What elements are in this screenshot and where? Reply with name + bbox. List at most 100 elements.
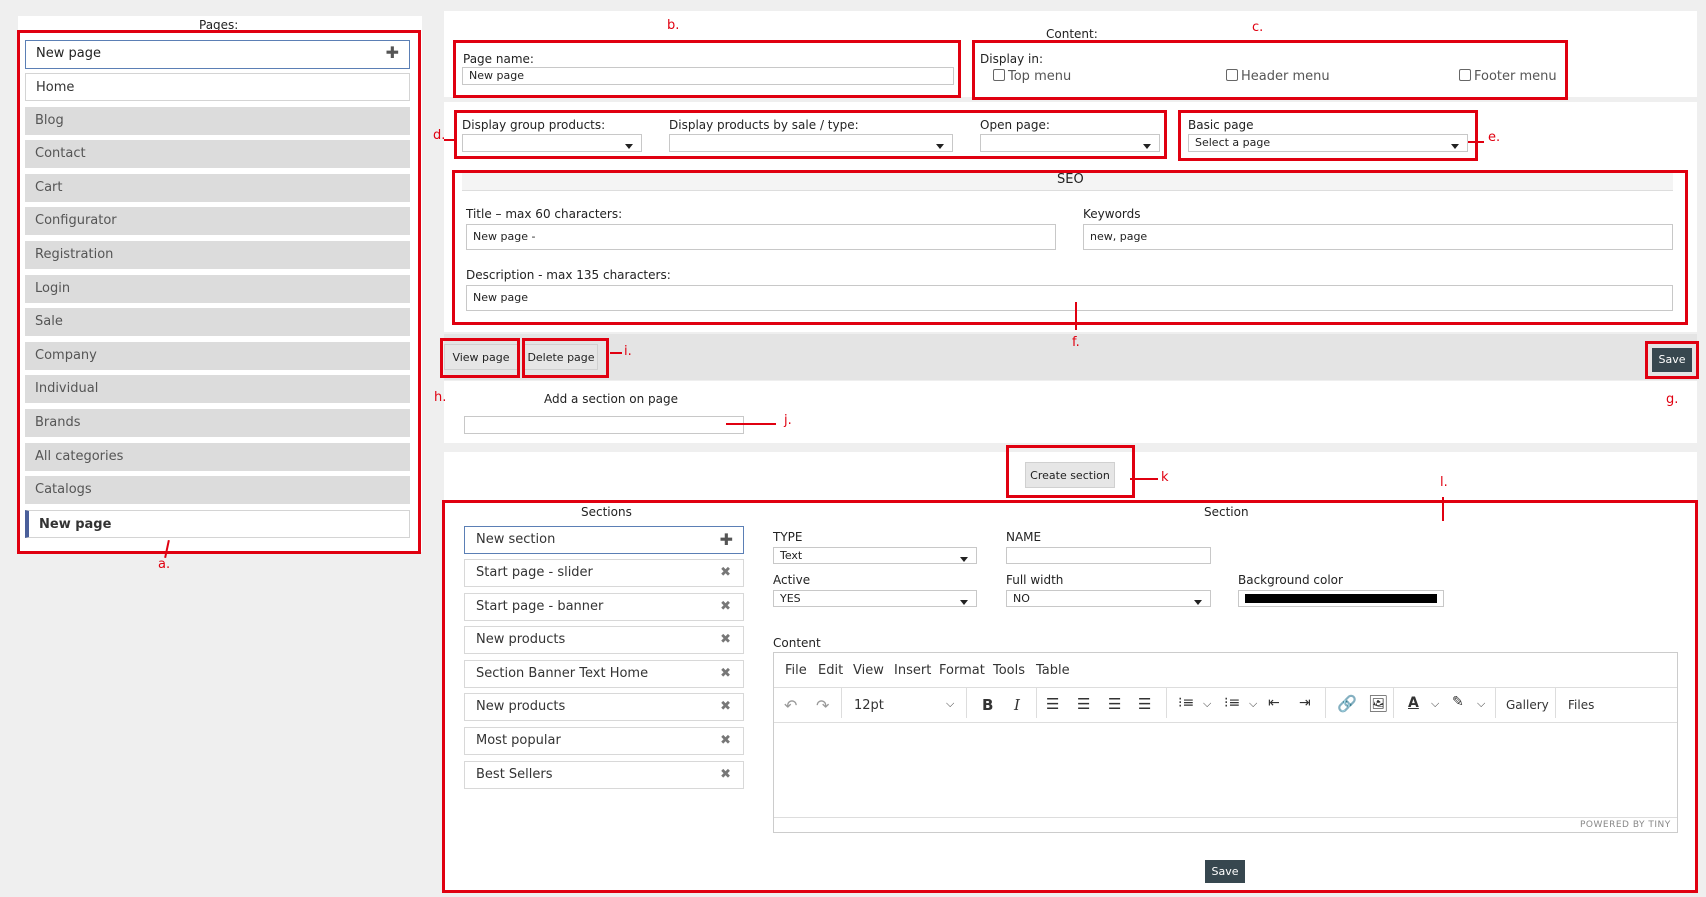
action-bar bbox=[444, 334, 1697, 380]
add-section-icon[interactable]: ✚ bbox=[720, 527, 733, 553]
menu-file[interactable]: File bbox=[785, 663, 807, 678]
color-swatch bbox=[1245, 594, 1437, 603]
toolbar-separator bbox=[1036, 688, 1037, 718]
section-item-label: Start page - slider bbox=[476, 565, 593, 580]
remove-icon[interactable]: ✖ bbox=[720, 560, 731, 586]
annotation-arrow-d bbox=[444, 139, 454, 141]
type-label: TYPE bbox=[773, 530, 803, 544]
full-width-label: Full width bbox=[1006, 573, 1064, 587]
annotation-box-e bbox=[1178, 110, 1478, 161]
active-label: Active bbox=[773, 573, 811, 587]
annotation-arrow-i bbox=[610, 352, 622, 354]
remove-icon[interactable]: ✖ bbox=[720, 762, 731, 788]
section-item-label: Section Banner Text Home bbox=[476, 666, 649, 681]
annotation-b: b. bbox=[667, 18, 680, 33]
bg-color-picker[interactable] bbox=[1238, 590, 1444, 607]
remove-icon[interactable]: ✖ bbox=[720, 661, 731, 687]
align-left-icon[interactable]: ☰ bbox=[1046, 695, 1059, 713]
annotation-i: i. bbox=[624, 344, 632, 359]
chevron-down-icon[interactable]: ⌵ bbox=[946, 697, 954, 711]
annotation-h: h. bbox=[434, 390, 447, 405]
menu-format[interactable]: Format bbox=[939, 663, 985, 678]
menu-insert[interactable]: Insert bbox=[894, 663, 931, 678]
section-item-label: New products bbox=[476, 699, 566, 714]
section-item[interactable]: New products ✖ bbox=[464, 693, 744, 721]
section-name-input[interactable] bbox=[1006, 547, 1211, 564]
annotation-arrow-e bbox=[1468, 141, 1484, 143]
section-item-label: Best Sellers bbox=[476, 767, 553, 782]
section-item[interactable]: Start page - slider ✖ bbox=[464, 559, 744, 587]
content-heading: Content: bbox=[1046, 27, 1098, 41]
annotation-arrow-l bbox=[1442, 497, 1444, 521]
section-heading: Section bbox=[1204, 505, 1249, 519]
section-item-label: Most popular bbox=[476, 733, 561, 748]
toolbar-separator bbox=[1555, 688, 1556, 718]
menu-view[interactable]: View bbox=[853, 663, 884, 678]
align-center-icon[interactable]: ☰ bbox=[1077, 695, 1090, 713]
image-icon[interactable]: 🖼 bbox=[1368, 694, 1388, 713]
new-section-input[interactable]: New section ✚ bbox=[464, 526, 744, 554]
numbered-list-icon[interactable]: ⁝≡ bbox=[1224, 695, 1240, 711]
save-section-button[interactable]: Save bbox=[1205, 860, 1245, 883]
annotation-box-k bbox=[1006, 445, 1135, 498]
menu-edit[interactable]: Edit bbox=[818, 663, 843, 678]
annotation-box-b bbox=[453, 40, 961, 98]
chevron-down-icon[interactable]: ⌵ bbox=[1431, 697, 1439, 711]
section-item-label: New products bbox=[476, 632, 566, 647]
active-select[interactable]: YES bbox=[773, 590, 977, 607]
menu-tools[interactable]: Tools bbox=[993, 663, 1025, 678]
highlight-color-icon[interactable]: ✎ bbox=[1452, 694, 1464, 710]
annotation-arrow-f bbox=[1075, 302, 1077, 330]
remove-icon[interactable]: ✖ bbox=[720, 594, 731, 620]
undo-icon[interactable]: ↶ bbox=[784, 696, 797, 715]
text-color-icon[interactable]: A bbox=[1408, 695, 1419, 711]
gallery-button[interactable]: Gallery bbox=[1506, 698, 1549, 712]
annotation-box-h bbox=[440, 338, 520, 378]
section-item-label: Start page - banner bbox=[476, 599, 604, 614]
add-section-input[interactable] bbox=[464, 416, 744, 434]
bold-icon[interactable]: B bbox=[982, 696, 993, 714]
section-item[interactable]: Section Banner Text Home ✖ bbox=[464, 660, 744, 688]
align-justify-icon[interactable]: ☰ bbox=[1138, 695, 1151, 713]
section-item[interactable]: Best Sellers ✖ bbox=[464, 761, 744, 789]
section-item[interactable]: New products ✖ bbox=[464, 626, 744, 654]
sections-heading: Sections bbox=[581, 505, 632, 519]
annotation-box-c bbox=[972, 40, 1568, 100]
link-icon[interactable]: 🔗 bbox=[1337, 694, 1357, 713]
align-right-icon[interactable]: ☰ bbox=[1108, 695, 1121, 713]
remove-icon[interactable]: ✖ bbox=[720, 728, 731, 754]
name-label: NAME bbox=[1006, 530, 1042, 544]
chevron-down-icon[interactable]: ⌵ bbox=[1249, 697, 1257, 711]
bullet-list-icon[interactable]: ⁝≡ bbox=[1178, 695, 1194, 711]
annotation-box-a bbox=[17, 30, 421, 554]
add-section-label: Add a section on page bbox=[544, 392, 678, 406]
editor-content-area[interactable] bbox=[774, 723, 1677, 817]
type-select[interactable]: Text bbox=[773, 547, 977, 564]
chevron-down-icon[interactable]: ⌵ bbox=[1203, 697, 1211, 711]
annotation-g: g. bbox=[1666, 392, 1679, 407]
remove-icon[interactable]: ✖ bbox=[720, 627, 731, 653]
new-section-label: New section bbox=[476, 532, 556, 547]
bg-color-label: Background color bbox=[1238, 573, 1343, 587]
annotation-e: e. bbox=[1488, 130, 1501, 145]
redo-icon[interactable]: ↷ bbox=[816, 696, 829, 715]
italic-icon[interactable]: I bbox=[1014, 696, 1020, 714]
chevron-down-icon[interactable]: ⌵ bbox=[1477, 697, 1485, 711]
section-item[interactable]: Most popular ✖ bbox=[464, 727, 744, 755]
indent-icon[interactable]: ⇥ bbox=[1299, 695, 1311, 711]
font-size-select[interactable]: 12pt bbox=[854, 698, 884, 713]
toolbar-separator bbox=[841, 688, 842, 718]
files-button[interactable]: Files bbox=[1568, 698, 1594, 712]
content-label: Content bbox=[773, 636, 821, 650]
menu-table[interactable]: Table bbox=[1036, 663, 1070, 678]
annotation-box-g bbox=[1645, 341, 1699, 379]
toolbar-separator bbox=[1325, 688, 1326, 718]
annotation-box-f bbox=[452, 170, 1688, 325]
outdent-icon[interactable]: ⇤ bbox=[1268, 695, 1280, 711]
remove-icon[interactable]: ✖ bbox=[720, 694, 731, 720]
annotation-k: k bbox=[1161, 470, 1169, 485]
toolbar-separator bbox=[1495, 688, 1496, 718]
full-width-select[interactable]: NO bbox=[1006, 590, 1211, 607]
section-item[interactable]: Start page - banner ✖ bbox=[464, 593, 744, 621]
annotation-box-d bbox=[454, 110, 1167, 159]
